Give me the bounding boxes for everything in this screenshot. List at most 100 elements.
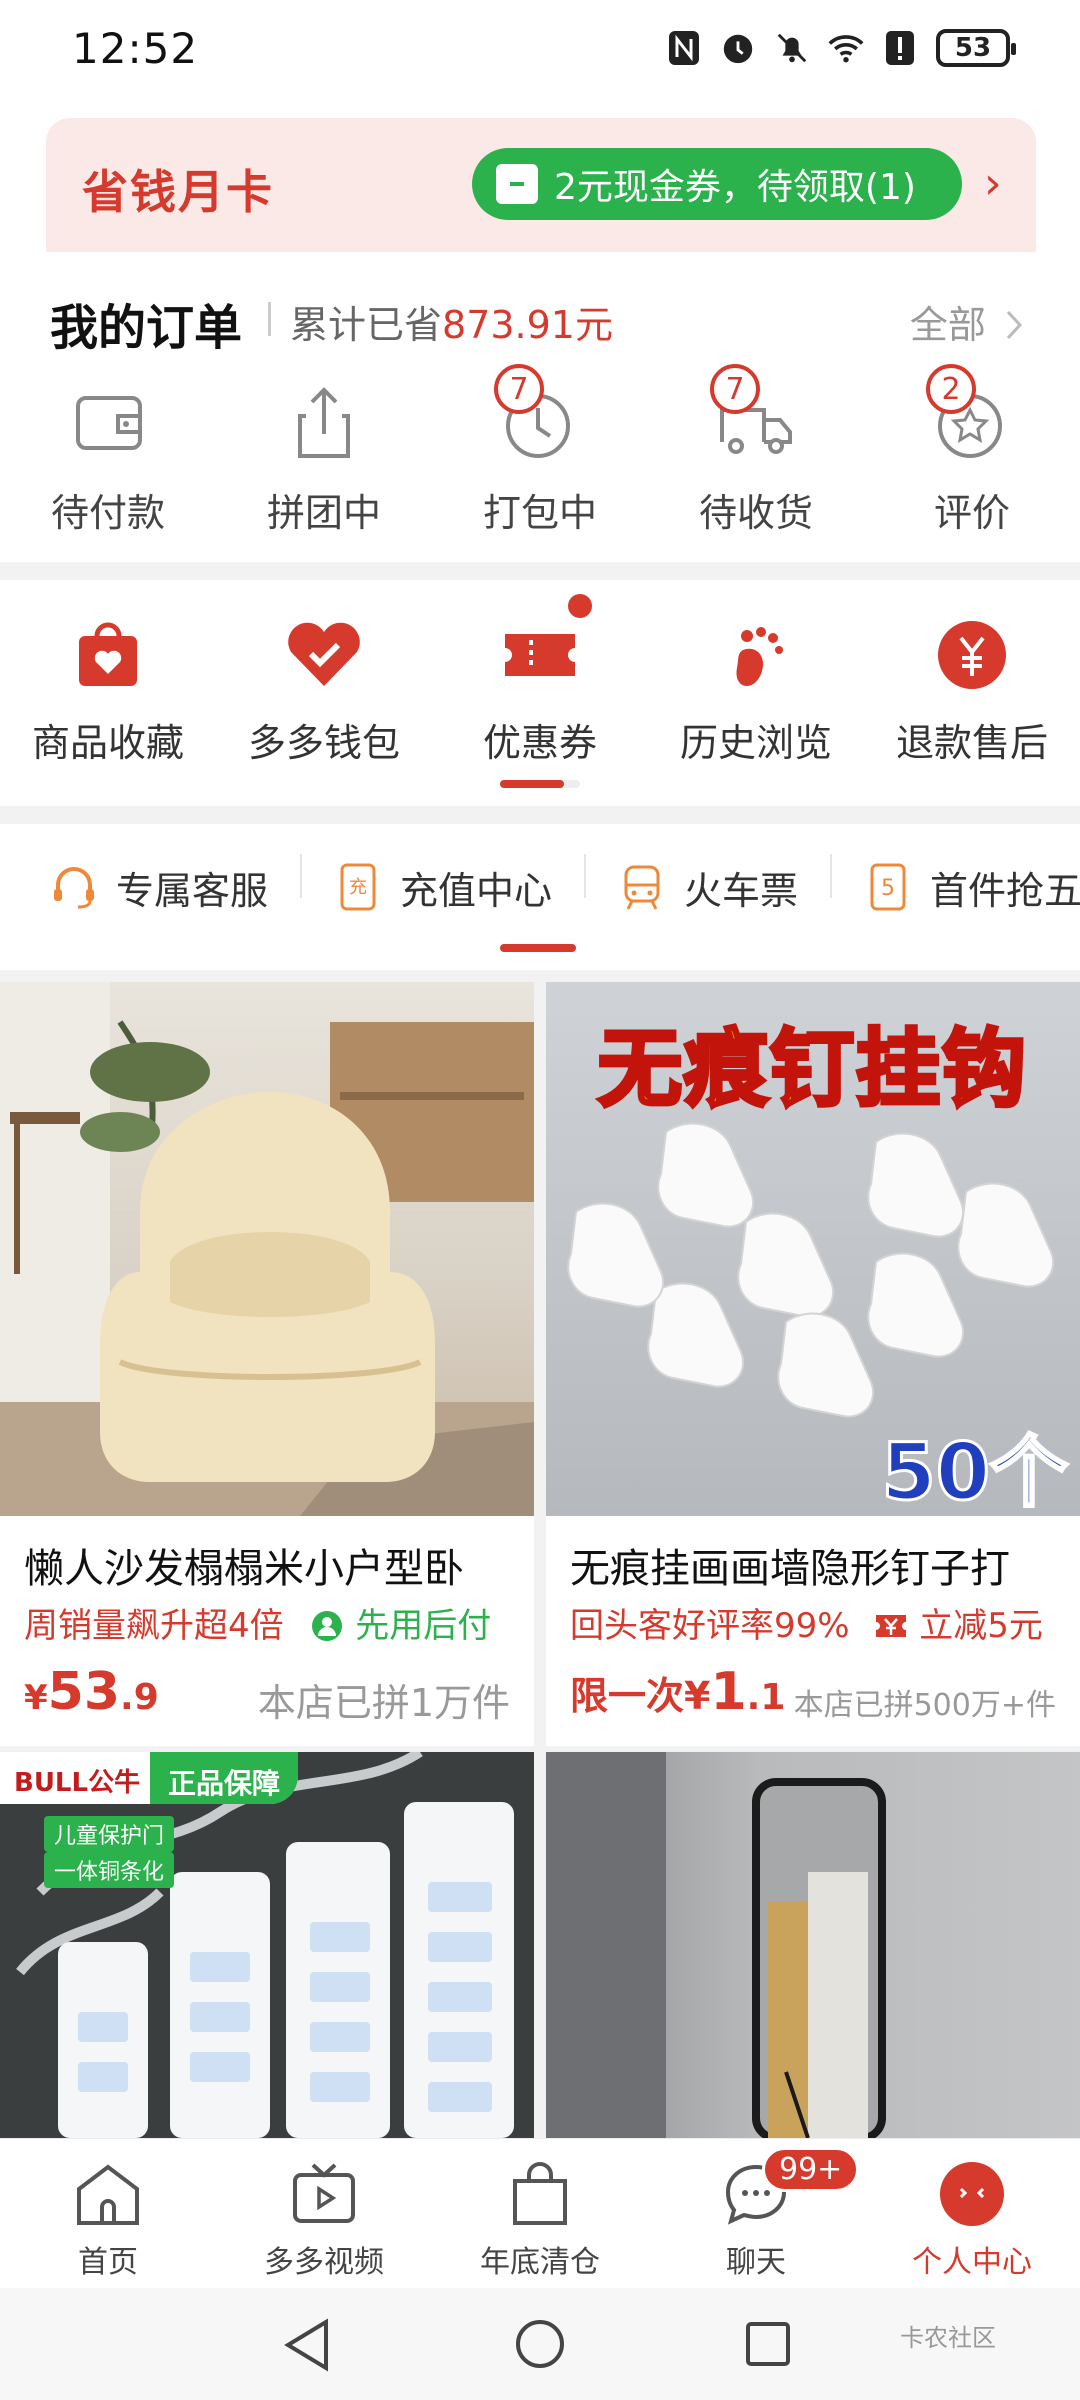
- order-count-badge: 7: [494, 364, 544, 414]
- my-orders-section: 我的订单 累计已省873.91元 全部 待付款 拼团中 7 打包中 7 待收货 …: [0, 252, 1080, 562]
- product-tag-row: 回头客好评率99% 立减5元: [570, 1598, 1043, 1647]
- order-awaiting-delivery[interactable]: 7 待收货: [648, 364, 864, 537]
- service-first-item-discount[interactable]: 5 首件抢五折: [864, 854, 1080, 920]
- shortcut-label: 多多钱包: [247, 721, 400, 765]
- saved-summary: 累计已省873.91元: [290, 294, 613, 349]
- image-count: 50个: [880, 1427, 1070, 1520]
- pay-later-icon: [312, 1611, 343, 1641]
- nav-clearance[interactable]: 年底清仓: [432, 2139, 648, 2288]
- order-item-label: 待付款: [50, 491, 165, 535]
- shortcuts-section: 商品收藏 多多钱包 优惠券 历史浏览 退款售后: [0, 580, 1080, 806]
- price-symbol: ¥: [684, 1674, 711, 1718]
- home-circle-icon[interactable]: [514, 2318, 566, 2370]
- order-packing[interactable]: 7 打包中: [432, 364, 648, 537]
- product-image: [546, 1752, 1080, 2138]
- nav-label: 首页: [78, 2245, 138, 2280]
- product-title: 无痕挂画画墙隐形钉子打: [570, 1546, 1010, 1592]
- services-scroll-indicator: [500, 944, 576, 952]
- nav-profile[interactable]: 个人中心: [864, 2139, 1080, 2288]
- image-headline: 无痕钉挂钩: [596, 1018, 1028, 1120]
- order-count-badge: 7: [710, 364, 760, 414]
- authentic-label: 正品保障: [168, 1767, 281, 1800]
- order-group-buying[interactable]: 拼团中: [216, 380, 432, 537]
- saved-prefix: 累计已省: [290, 303, 443, 347]
- product-tag: 周销量飙升超4倍: [24, 1606, 284, 1646]
- unread-badge: 99+: [762, 2147, 860, 2192]
- share-box-icon: [282, 380, 366, 464]
- nav-label: 个人中心: [912, 2245, 1032, 2280]
- price-integer: 1: [710, 1662, 747, 1722]
- shortcut-row: 商品收藏 多多钱包 优惠券 历史浏览 退款售后: [0, 616, 1080, 767]
- all-orders-link[interactable]: 全部: [910, 294, 1026, 349]
- shortcut-coupons[interactable]: 优惠券: [432, 616, 648, 767]
- product-card[interactable]: 懒人沙发榻榻米小户型卧 周销量飙升超4倍 先用后付 ¥53.9 本店已拼1万件: [0, 982, 534, 1746]
- service-train-tickets[interactable]: 火车票: [618, 854, 798, 920]
- product-card[interactable]: BULL公牛 正品保障 儿童保护门 一体铜条化: [0, 1752, 534, 2138]
- bottom-navigation: 首页 多多视频 年底清仓 99+ 聊天 个人中心: [0, 2138, 1080, 2288]
- cash-coupon-pill[interactable]: 2元现金券，待领取(1): [472, 148, 962, 220]
- shortcut-label: 退款售后: [895, 721, 1048, 765]
- service-label: 充值中心: [400, 868, 553, 913]
- product-image: 无痕钉挂钩 50个: [546, 982, 1080, 1520]
- service-customer-support[interactable]: 专属客服: [50, 854, 268, 920]
- nav-video[interactable]: 多多视频: [216, 2139, 432, 2288]
- shortcut-history[interactable]: 历史浏览: [648, 616, 864, 767]
- order-count-badge: 2: [926, 364, 976, 414]
- services-scroller[interactable]: 专属客服 充 充值中心 火车票 5 首件抢五折: [0, 824, 1080, 970]
- service-recharge[interactable]: 充 充值中心: [334, 854, 552, 920]
- divider: [268, 302, 271, 336]
- coupon-icon: [876, 1615, 907, 1637]
- nav-chat[interactable]: 99+ 聊天: [648, 2139, 864, 2288]
- shortcut-favorites[interactable]: 商品收藏: [0, 616, 216, 767]
- price-decimal: .9: [120, 1677, 159, 1718]
- nav-label: 多多视频: [264, 2245, 384, 2280]
- yuan-circle-icon: [933, 616, 1011, 694]
- pay-later-tag: 先用后付: [310, 1606, 491, 1646]
- order-pending-payment[interactable]: 待付款: [0, 380, 216, 537]
- orders-title: 我的订单: [50, 300, 243, 356]
- month-card-section: 省钱月卡 2元现金券，待领取(1) ›: [0, 100, 1080, 252]
- price-decimal: .1: [746, 1677, 786, 1718]
- ticket-icon: [501, 616, 579, 694]
- chevron-right-icon: [1006, 310, 1023, 340]
- order-item-label: 评价: [933, 491, 1010, 535]
- order-item-label: 打包中: [482, 491, 597, 535]
- product-card[interactable]: 无痕钉挂钩 50个 无痕挂画画墙隐形钉子打 回头客好评率99% 立减5元 限一次…: [546, 982, 1080, 1746]
- shortcut-pager-indicator: [500, 780, 564, 788]
- divider: [830, 854, 833, 898]
- price-prefix: 限一次: [570, 1674, 685, 1718]
- product-image: [0, 982, 534, 1516]
- watermark-label: 卡农社区: [900, 2324, 996, 2352]
- order-item-label: 拼团中: [266, 491, 381, 535]
- profile-face-icon: [937, 2159, 1007, 2229]
- shortcut-refund[interactable]: 退款售后: [864, 616, 1080, 767]
- alert-icon: [882, 28, 918, 68]
- order-review[interactable]: 2 评价: [864, 364, 1080, 537]
- svg-text:5: 5: [881, 876, 895, 901]
- product-card[interactable]: [546, 1752, 1080, 2138]
- shortcut-label: 商品收藏: [31, 721, 184, 765]
- cash-coupon-text: 2元现金券，待领取(1): [554, 167, 916, 208]
- authentic-badge: 正品保障: [150, 1752, 298, 1804]
- services-row: 专属客服 充 充值中心 火车票 5 首件抢五折: [50, 854, 1080, 920]
- nav-label: 聊天: [726, 2245, 786, 2280]
- product-image: BULL公牛 正品保障 儿童保护门 一体铜条化: [0, 1752, 534, 2138]
- pay-later-label: 先用后付: [355, 1606, 492, 1646]
- back-icon[interactable]: [282, 2318, 332, 2372]
- mirror-illustration: [546, 1752, 886, 2138]
- power-strip-illustration: [0, 1752, 534, 2138]
- nav-label: 年底清仓: [480, 2245, 600, 2280]
- recharge-icon: 充: [334, 863, 382, 911]
- order-item-label: 待收货: [698, 491, 813, 535]
- recents-icon[interactable]: [744, 2320, 792, 2368]
- product-feed[interactable]: 懒人沙发榻榻米小户型卧 周销量飙升超4倍 先用后付 ¥53.9 本店已拼1万件: [0, 982, 1080, 2138]
- heart-check-icon: [285, 616, 363, 694]
- order-status-row: 待付款 拼团中 7 打包中 7 待收货 2 评价: [0, 364, 1080, 537]
- status-time: 12:52: [72, 24, 199, 73]
- nav-home[interactable]: 首页: [0, 2139, 216, 2288]
- shortcut-wallet[interactable]: 多多钱包: [216, 616, 432, 767]
- month-card-banner[interactable]: 省钱月卡 2元现金券，待领取(1) ›: [46, 118, 1036, 252]
- saved-amount: 873.91元: [442, 303, 613, 347]
- sofa-illustration: [0, 982, 534, 1516]
- nfc-icon: [666, 28, 702, 68]
